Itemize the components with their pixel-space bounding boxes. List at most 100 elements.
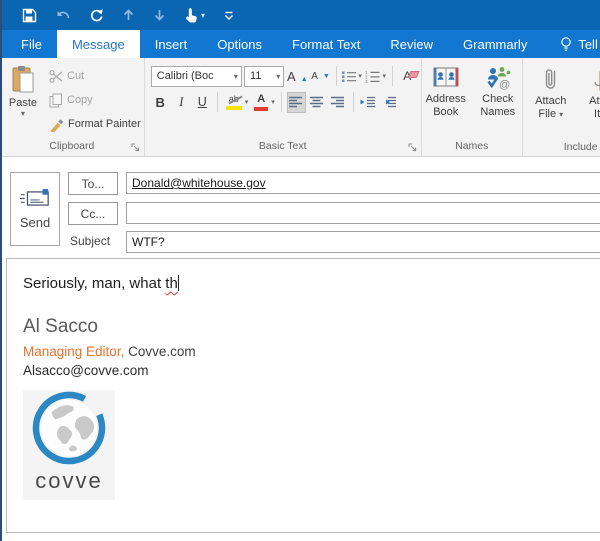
- undo-button[interactable]: [55, 4, 71, 26]
- tab-grammarly[interactable]: Grammarly: [448, 30, 542, 58]
- save-button[interactable]: [22, 4, 37, 26]
- signature-title-line: Managing Editor, Covve.com: [23, 344, 600, 359]
- paste-caret-icon[interactable]: ▾: [21, 109, 25, 118]
- touch-mode-icon: [184, 7, 198, 23]
- title-bar: ▾: [0, 0, 600, 30]
- font-size-caret-icon: ▾: [276, 72, 280, 81]
- numbering-button[interactable]: 123 ▾: [365, 66, 387, 87]
- bold-button[interactable]: B: [151, 92, 170, 113]
- tab-insert[interactable]: Insert: [140, 30, 203, 58]
- address-book-icon: [432, 66, 460, 90]
- increase-indent-button[interactable]: [380, 92, 399, 113]
- align-center-button[interactable]: [308, 92, 327, 113]
- font-color-button[interactable]: A ▾: [251, 92, 276, 113]
- to-button[interactable]: To...: [68, 172, 118, 195]
- covve-logo-text: covve: [35, 468, 102, 494]
- signature-name: Al Sacco: [23, 316, 600, 338]
- text-cursor: [178, 275, 180, 291]
- paste-clipboard-icon: [9, 65, 37, 95]
- address-book-label-2: Book: [433, 106, 458, 119]
- font-name-value: Calibri (Boc: [157, 70, 231, 82]
- tab-format-text[interactable]: Format Text: [277, 30, 375, 58]
- address-book-label-1: Address: [426, 93, 466, 106]
- address-book-button[interactable]: Address Book: [422, 64, 470, 119]
- tab-file[interactable]: File: [6, 30, 57, 58]
- signature-block: Al Sacco Managing Editor, Covve.com Alsa…: [23, 316, 600, 500]
- lightbulb-icon: [560, 36, 572, 52]
- attach-item-label-2: Item: [594, 108, 600, 121]
- touch-mode-caret-icon[interactable]: ▾: [201, 11, 205, 20]
- paperclip-icon: [543, 66, 559, 92]
- redo-button[interactable]: [89, 4, 104, 26]
- attach-file-button[interactable]: Attach File ▾: [527, 64, 575, 121]
- decrease-indent-icon: [360, 96, 376, 108]
- copy-button[interactable]: Copy: [46, 90, 144, 110]
- copy-label: Copy: [67, 94, 93, 106]
- format-painter-label: Format Painter: [68, 118, 141, 130]
- paste-button[interactable]: Paste ▾: [0, 62, 46, 134]
- font-size-combo[interactable]: 11 ▾: [244, 66, 284, 87]
- outlook-compose-window: ▾ File Message Insert Options Format Tex…: [0, 0, 600, 541]
- highlight-button[interactable]: ab ▾: [223, 92, 250, 113]
- move-down-button[interactable]: [153, 4, 166, 26]
- decrease-indent-button[interactable]: [359, 92, 378, 113]
- covve-globe-icon: [30, 390, 108, 470]
- signature-company: Covve.com: [128, 344, 196, 359]
- attach-item-button[interactable]: Attach Item: [581, 64, 600, 121]
- bullets-caret-icon: ▾: [358, 72, 362, 80]
- cc-button[interactable]: Cc...: [68, 202, 118, 225]
- align-left-button[interactable]: [287, 92, 306, 113]
- clipboard-group: Paste ▾ Cut Copy: [0, 58, 145, 156]
- subject-field[interactable]: WTF?: [126, 231, 600, 253]
- format-painter-button[interactable]: Format Painter: [46, 114, 144, 134]
- customize-qat-button[interactable]: [223, 4, 235, 26]
- clear-formatting-button[interactable]: A: [398, 66, 417, 87]
- align-right-button[interactable]: [329, 92, 348, 113]
- subject-label: Subject: [70, 234, 110, 248]
- shrink-font-button[interactable]: A▼: [310, 66, 330, 87]
- covve-logo: covve: [23, 390, 115, 500]
- grow-font-button[interactable]: A▲: [286, 66, 308, 87]
- message-body[interactable]: Seriously, man, what th Al Sacco Managin…: [6, 258, 600, 533]
- send-button[interactable]: Send: [10, 172, 60, 246]
- basic-text-dialog-launcher-icon[interactable]: [407, 142, 418, 153]
- format-painter-icon: [49, 117, 64, 132]
- clipboard-dialog-launcher-icon[interactable]: [130, 142, 141, 153]
- separator: [217, 92, 218, 112]
- move-up-button[interactable]: [122, 4, 135, 26]
- numbering-caret-icon: ▾: [382, 72, 386, 80]
- underline-button[interactable]: U: [193, 92, 212, 113]
- bullets-button[interactable]: ▾: [342, 66, 363, 87]
- tab-options[interactable]: Options: [202, 30, 277, 58]
- paste-label: Paste: [9, 97, 37, 109]
- basic-text-group: Calibri (Boc ▾ 11 ▾ A▲ A▼ ▾ 12: [145, 58, 422, 156]
- cut-button[interactable]: Cut: [46, 66, 144, 86]
- touch-mode-button[interactable]: ▾: [184, 4, 205, 26]
- separator: [336, 66, 337, 86]
- compose-header: Send To... Donald@whitehouse.gov Cc... S…: [0, 157, 600, 258]
- to-field[interactable]: Donald@whitehouse.gov: [126, 172, 600, 194]
- align-left-icon: [289, 96, 303, 108]
- scissors-icon: [49, 70, 63, 83]
- send-label: Send: [20, 215, 50, 230]
- to-recipient[interactable]: Donald@whitehouse.gov: [132, 176, 266, 190]
- check-names-button[interactable]: @ Check Names: [474, 64, 522, 119]
- cc-field[interactable]: [126, 202, 600, 224]
- tell-me-search[interactable]: Tell me wh: [560, 30, 600, 58]
- font-name-combo[interactable]: Calibri (Boc ▾: [151, 66, 242, 87]
- tab-review[interactable]: Review: [375, 30, 448, 58]
- attach-item-icon: [594, 66, 600, 92]
- subject-value: WTF?: [132, 235, 165, 249]
- italic-button[interactable]: I: [172, 92, 191, 113]
- attach-file-label-2: File ▾: [538, 108, 563, 121]
- svg-text:@: @: [499, 79, 510, 90]
- bullet-list-icon: [342, 70, 357, 83]
- tab-message[interactable]: Message: [57, 30, 140, 58]
- separator: [353, 92, 354, 112]
- font-color-caret-icon: ▾: [271, 98, 275, 106]
- separator: [281, 92, 282, 112]
- send-envelope-icon: [19, 188, 51, 209]
- clear-formatting-icon: A: [403, 69, 411, 83]
- highlight-caret-icon: ▾: [245, 98, 249, 106]
- include-group: Attach File ▾ Attach Item Include: [523, 58, 600, 156]
